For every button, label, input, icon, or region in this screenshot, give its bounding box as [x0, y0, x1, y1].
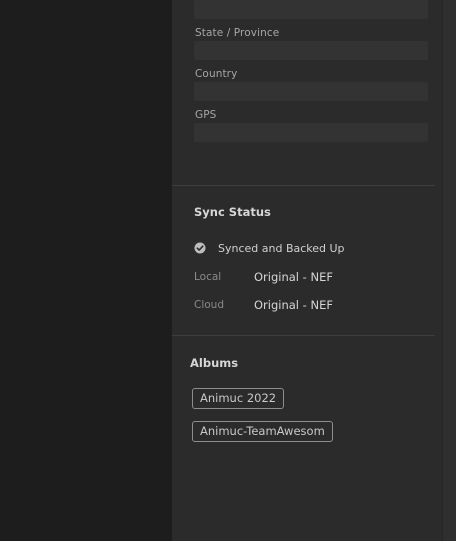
city-field[interactable] — [194, 0, 428, 19]
section-divider — [172, 335, 435, 336]
left-canvas-area — [0, 0, 172, 541]
albums-title: Albums — [190, 356, 239, 370]
section-divider — [172, 185, 435, 186]
sync-status-text: Synced and Backed Up — [218, 242, 345, 255]
cloud-label: Cloud — [194, 299, 224, 311]
gps-field[interactable] — [194, 123, 428, 142]
album-tag[interactable]: Animuc-TeamAwesom — [192, 421, 333, 442]
check-circle-icon — [194, 242, 206, 254]
country-field[interactable] — [194, 82, 428, 101]
cloud-value: Original - NEF — [254, 298, 333, 312]
album-tag[interactable]: Animuc 2022 — [192, 388, 285, 409]
panel-scrollbar[interactable] — [442, 0, 456, 541]
state-province-label: State / Province — [195, 27, 280, 39]
country-label: Country — [195, 68, 238, 80]
local-value: Original - NEF — [254, 270, 333, 284]
sync-status-title: Sync Status — [194, 205, 271, 219]
gps-label: GPS — [195, 109, 217, 121]
state-province-field[interactable] — [194, 41, 428, 60]
local-label: Local — [194, 271, 222, 283]
